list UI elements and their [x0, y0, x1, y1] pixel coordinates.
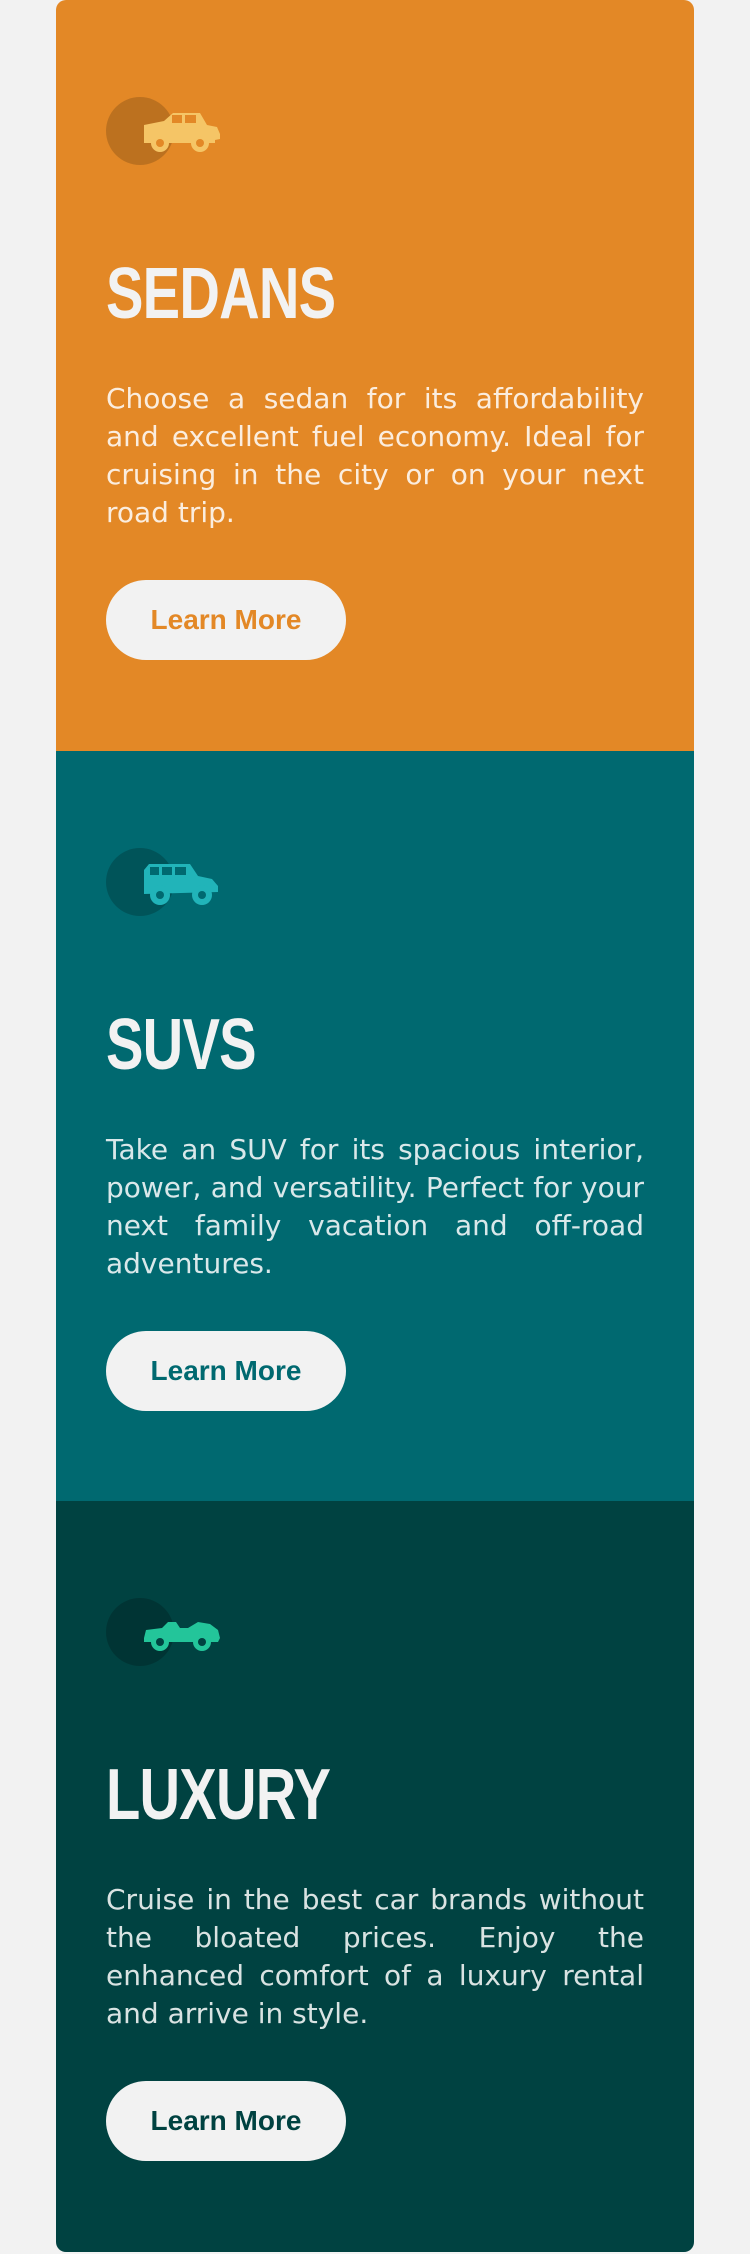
card-luxury: LUXURY Cruise in the best car brands wit…: [56, 1501, 694, 2252]
card-description: Take an SUV for its spacious interior, p…: [106, 1133, 644, 1280]
learn-more-button[interactable]: Learn More: [106, 580, 346, 660]
sedan-icon: [106, 97, 221, 165]
car-category-cards: SEDANS Choose a sedan for its affordabil…: [56, 0, 694, 2252]
suv-icon: [106, 848, 221, 916]
card-sedans: SEDANS Choose a sedan for its affordabil…: [56, 0, 694, 751]
card-description: Cruise in the best car brands without th…: [106, 1883, 644, 2030]
card-suvs: SUVS Take an SUV for its spacious interi…: [56, 751, 694, 1501]
card-title: SUVS: [106, 1005, 257, 1085]
learn-more-button[interactable]: Learn More: [106, 2081, 346, 2161]
card-title: SEDANS: [106, 254, 336, 334]
card-description: Choose a sedan for its affordability and…: [106, 382, 644, 529]
learn-more-button[interactable]: Learn More: [106, 1331, 346, 1411]
card-title: LUXURY: [106, 1755, 331, 1835]
luxury-car-icon: [106, 1598, 221, 1666]
